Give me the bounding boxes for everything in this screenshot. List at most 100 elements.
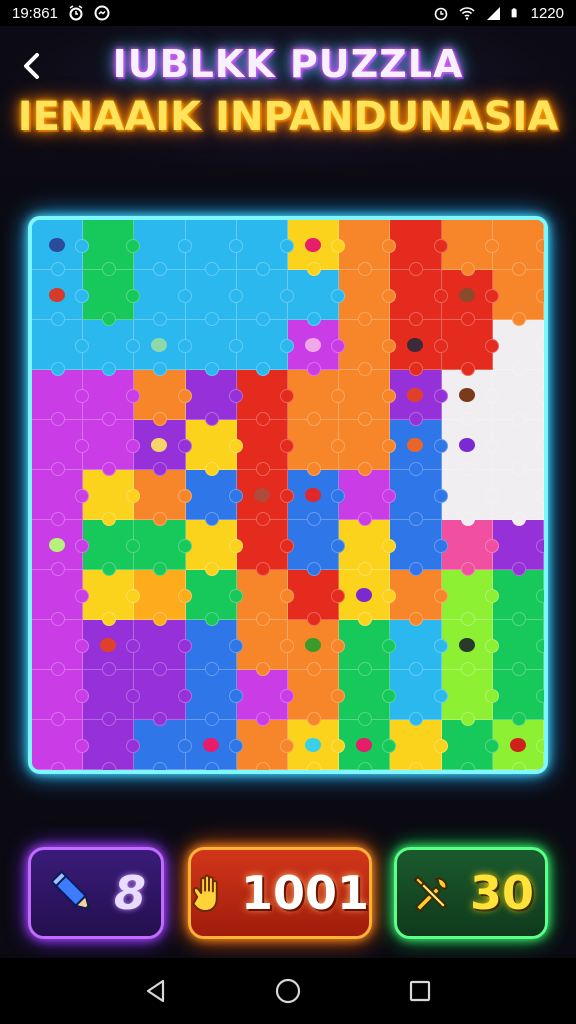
puzzle-piece[interactable]: [339, 420, 397, 476]
puzzle-piece[interactable]: [441, 720, 500, 770]
puzzle-piece[interactable]: [185, 320, 244, 376]
puzzle-piece[interactable]: [134, 220, 192, 276]
puzzle-piece[interactable]: [134, 320, 192, 376]
puzzle-piece[interactable]: [83, 720, 141, 770]
puzzle-piece[interactable]: [390, 370, 448, 426]
puzzle-piece[interactable]: [288, 720, 346, 770]
puzzle-piece[interactable]: [236, 520, 295, 576]
puzzle-piece[interactable]: [236, 620, 295, 676]
puzzle-piece[interactable]: [134, 270, 192, 326]
puzzle-piece[interactable]: [134, 620, 192, 676]
puzzle-piece[interactable]: [236, 470, 295, 526]
puzzle-piece[interactable]: [236, 270, 295, 326]
puzzle-piece[interactable]: [83, 570, 141, 626]
puzzle-piece[interactable]: [492, 320, 544, 376]
puzzle-piece[interactable]: [288, 670, 346, 726]
puzzle-piece[interactable]: [236, 570, 295, 626]
puzzle-piece[interactable]: [134, 420, 192, 476]
puzzle-piece[interactable]: [288, 620, 346, 676]
puzzle-piece[interactable]: [32, 420, 90, 476]
puzzle-piece[interactable]: [492, 370, 544, 426]
puzzle-piece[interactable]: [288, 420, 346, 476]
puzzle-piece[interactable]: [390, 220, 448, 276]
puzzle-piece[interactable]: [441, 670, 500, 726]
puzzle-piece[interactable]: [390, 620, 448, 676]
puzzle-piece[interactable]: [390, 720, 448, 770]
puzzle-piece[interactable]: [134, 370, 192, 426]
puzzle-piece[interactable]: [339, 620, 397, 676]
puzzle-piece[interactable]: [185, 270, 244, 326]
puzzle-piece[interactable]: [339, 270, 397, 326]
puzzle-piece[interactable]: [492, 470, 544, 526]
puzzle-piece[interactable]: [339, 370, 397, 426]
puzzle-piece[interactable]: [83, 420, 141, 476]
puzzle-piece[interactable]: [236, 720, 295, 770]
puzzle-piece[interactable]: [236, 220, 295, 276]
puzzle-piece[interactable]: [134, 470, 192, 526]
puzzle-piece[interactable]: [288, 470, 346, 526]
puzzle-piece[interactable]: [441, 220, 500, 276]
puzzle-piece[interactable]: [339, 670, 397, 726]
puzzle-piece[interactable]: [32, 720, 90, 770]
puzzle-piece[interactable]: [83, 520, 141, 576]
nav-back-button[interactable]: [136, 971, 176, 1011]
puzzle-piece[interactable]: [236, 320, 295, 376]
puzzle-piece[interactable]: [492, 270, 544, 326]
puzzle-piece[interactable]: [185, 220, 244, 276]
puzzle-piece[interactable]: [32, 470, 90, 526]
puzzle-piece[interactable]: [288, 370, 346, 426]
puzzle-piece[interactable]: [236, 420, 295, 476]
puzzle-piece[interactable]: [339, 520, 397, 576]
puzzle-piece[interactable]: [288, 220, 346, 276]
puzzle-piece[interactable]: [32, 320, 90, 376]
puzzle-piece[interactable]: [83, 670, 141, 726]
puzzle-piece[interactable]: [83, 220, 141, 276]
puzzle-piece[interactable]: [339, 720, 397, 770]
puzzle-piece[interactable]: [390, 470, 448, 526]
puzzle-piece[interactable]: [441, 570, 500, 626]
puzzle-piece[interactable]: [83, 320, 141, 376]
puzzle-piece[interactable]: [32, 620, 90, 676]
puzzle-piece[interactable]: [236, 370, 295, 426]
puzzle-piece[interactable]: [390, 320, 448, 376]
puzzle-piece[interactable]: [185, 420, 244, 476]
puzzle-piece[interactable]: [83, 370, 141, 426]
puzzle-piece[interactable]: [441, 470, 500, 526]
tools-counter-button[interactable]: 30: [394, 847, 548, 939]
nav-home-button[interactable]: [268, 971, 308, 1011]
puzzle-piece[interactable]: [185, 470, 244, 526]
puzzle-piece[interactable]: [185, 570, 244, 626]
puzzle-piece[interactable]: [390, 570, 448, 626]
puzzle-piece[interactable]: [390, 420, 448, 476]
puzzle-piece[interactable]: [288, 570, 346, 626]
puzzle-piece[interactable]: [339, 220, 397, 276]
puzzle-piece[interactable]: [441, 420, 500, 476]
puzzle-piece[interactable]: [185, 720, 244, 770]
puzzle-piece[interactable]: [441, 520, 500, 576]
puzzle-piece[interactable]: [134, 670, 192, 726]
puzzle-piece[interactable]: [441, 320, 500, 376]
puzzle-piece[interactable]: [441, 620, 500, 676]
puzzle-piece[interactable]: [492, 570, 544, 626]
puzzle-piece[interactable]: [134, 720, 192, 770]
puzzle-piece[interactable]: [32, 570, 90, 626]
puzzle-piece[interactable]: [441, 370, 500, 426]
nav-recents-button[interactable]: [400, 971, 440, 1011]
puzzle-piece[interactable]: [492, 420, 544, 476]
puzzle-piece[interactable]: [492, 520, 544, 576]
hint-counter-button[interactable]: 8: [28, 847, 164, 939]
puzzle-piece[interactable]: [185, 670, 244, 726]
puzzle-piece[interactable]: [339, 570, 397, 626]
puzzle-piece[interactable]: [185, 370, 244, 426]
puzzle-piece[interactable]: [492, 220, 544, 276]
puzzle-piece[interactable]: [83, 270, 141, 326]
puzzle-piece[interactable]: [134, 520, 192, 576]
puzzle-piece[interactable]: [492, 670, 544, 726]
puzzle-piece[interactable]: [83, 620, 141, 676]
puzzle-piece[interactable]: [390, 670, 448, 726]
moves-counter-button[interactable]: 1001: [188, 847, 372, 939]
puzzle-piece[interactable]: [288, 320, 346, 376]
puzzle-piece[interactable]: [32, 520, 90, 576]
puzzle-piece[interactable]: [185, 520, 244, 576]
puzzle-piece[interactable]: [32, 270, 90, 326]
